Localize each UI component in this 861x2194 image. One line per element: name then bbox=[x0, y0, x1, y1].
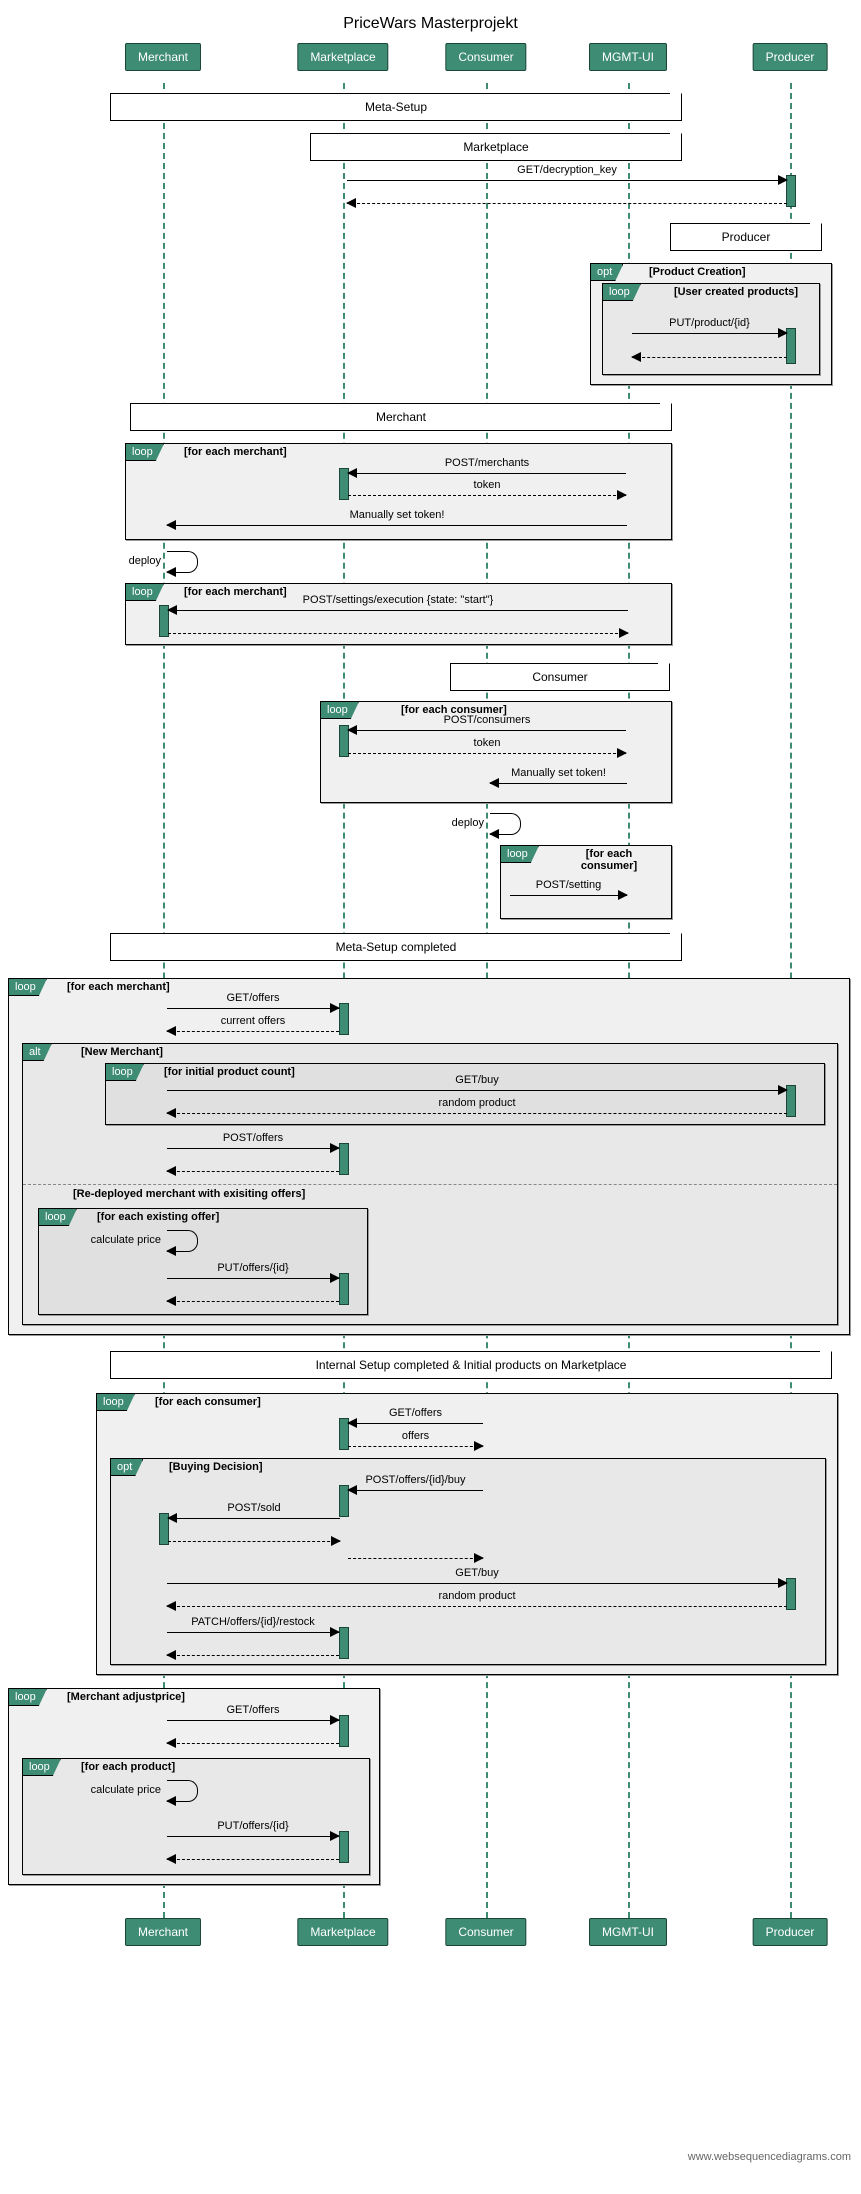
msg-put-offers-2: PUT/offers/{id} bbox=[167, 1824, 339, 1838]
footer-credit: www.websequencediagrams.com bbox=[0, 2143, 861, 2171]
activation-marketplace-3 bbox=[339, 1003, 349, 1035]
self-calc-price-1: calculate price bbox=[167, 1230, 198, 1252]
msg-patch-restock: PATCH/offers/{id}/restock bbox=[167, 1620, 339, 1634]
msg-post-settings: POST/settings/execution {state: "start"} bbox=[168, 598, 628, 612]
diagram-title: PriceWars Masterprojekt bbox=[0, 15, 861, 33]
msg-random-product-1: random product bbox=[167, 1101, 787, 1115]
self-calc-price-2: calculate price bbox=[167, 1780, 198, 1802]
msg-post-sold-ret bbox=[168, 1529, 340, 1543]
msg-put-offers-1-ret bbox=[167, 1289, 339, 1303]
msg-post-setting: POST/setting bbox=[510, 883, 627, 897]
activation-marketplace-5 bbox=[339, 1273, 349, 1305]
actor-marketplace-bottom: Marketplace bbox=[297, 1918, 388, 1946]
msg-post-offers: POST/offers bbox=[167, 1136, 339, 1150]
msg-post-consumers: POST/consumers bbox=[348, 718, 626, 732]
actor-mgmt-ui: MGMT-UI bbox=[589, 43, 667, 71]
note-meta-done: Meta-Setup completed bbox=[110, 933, 682, 961]
msg-token-2: token bbox=[348, 741, 626, 755]
msg-patch-restock-ret bbox=[167, 1643, 339, 1657]
msg-set-token-2: Manually set token! bbox=[490, 771, 627, 785]
actor-producer-bottom: Producer bbox=[753, 1918, 828, 1946]
activation-marketplace-9 bbox=[339, 1715, 349, 1747]
msg-get-decryption-ret bbox=[347, 191, 787, 205]
msg-put-offers-2-ret bbox=[167, 1847, 339, 1861]
msg-get-buy-2: GET/buy bbox=[167, 1571, 787, 1585]
actor-consumer-bottom: Consumer bbox=[445, 1918, 526, 1946]
note-internal-done: Internal Setup completed & Initial produ… bbox=[110, 1351, 832, 1379]
actor-consumer: Consumer bbox=[445, 43, 526, 71]
activation-marketplace-8 bbox=[339, 1627, 349, 1659]
self-deploy-consumer: deploy bbox=[490, 813, 521, 835]
note-marketplace: Marketplace bbox=[310, 133, 682, 161]
actor-marketplace: Marketplace bbox=[297, 43, 388, 71]
self-deploy-merchant: deploy bbox=[167, 551, 198, 573]
msg-post-sold: POST/sold bbox=[168, 1506, 340, 1520]
msg-put-product-ret bbox=[632, 345, 787, 359]
msg-token-1: token bbox=[348, 483, 626, 497]
msg-put-offers-1: PUT/offers/{id} bbox=[167, 1266, 339, 1280]
msg-set-token-1: Manually set token! bbox=[167, 513, 627, 527]
msg-get-offers-3: GET/offers bbox=[167, 1708, 339, 1722]
activation-marketplace-10 bbox=[339, 1831, 349, 1863]
note-consumer: Consumer bbox=[450, 663, 670, 691]
actor-merchant: Merchant bbox=[125, 43, 201, 71]
msg-post-merchants: POST/merchants bbox=[348, 461, 626, 475]
msg-post-offers-ret bbox=[167, 1159, 339, 1173]
msg-random-product-2: random product bbox=[167, 1594, 787, 1608]
stage: Meta-Setup Marketplace GET/decryption_ke… bbox=[0, 83, 861, 2143]
msg-get-decryption: GET/decryption_key bbox=[347, 168, 787, 182]
actor-mgmt-ui-bottom: MGMT-UI bbox=[589, 1918, 667, 1946]
note-producer: Producer bbox=[670, 223, 822, 251]
actor-merchant-bottom: Merchant bbox=[125, 1918, 201, 1946]
activation-marketplace-4 bbox=[339, 1143, 349, 1175]
msg-post-buy-ret bbox=[348, 1546, 483, 1560]
actor-producer: Producer bbox=[753, 43, 828, 71]
frame-initial-count: loop [for initial product count] bbox=[105, 1063, 825, 1125]
note-merchant: Merchant bbox=[130, 403, 672, 431]
diagram-root: PriceWars Masterprojekt Merchant Marketp… bbox=[0, 0, 861, 2171]
msg-get-offers-3-ret bbox=[167, 1731, 339, 1745]
msg-put-product: PUT/product/{id} bbox=[632, 321, 787, 335]
msg-post-settings-ret bbox=[168, 621, 628, 635]
actors-top: Merchant Marketplace Consumer MGMT-UI Pr… bbox=[0, 43, 861, 83]
msg-post-buy: POST/offers/{id}/buy bbox=[348, 1478, 483, 1492]
frame-each-merchant-2: loop [for each merchant] bbox=[125, 583, 672, 645]
msg-get-buy-1: GET/buy bbox=[167, 1078, 787, 1092]
msg-get-offers-1: GET/offers bbox=[167, 996, 339, 1010]
msg-current-offers: current offers bbox=[167, 1019, 339, 1033]
msg-get-offers-2: GET/offers bbox=[348, 1411, 483, 1425]
note-meta-setup: Meta-Setup bbox=[110, 93, 682, 121]
msg-offers: offers bbox=[348, 1434, 483, 1448]
